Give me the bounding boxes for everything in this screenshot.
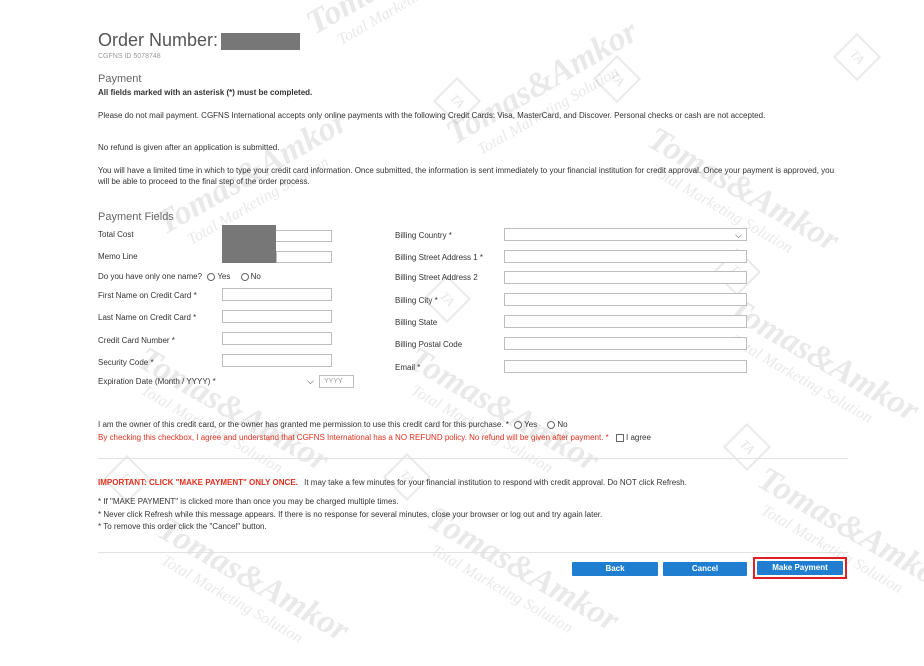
- refund-notice: No refund is given after an application …: [98, 143, 280, 152]
- one-name-yes-label: Yes: [217, 272, 231, 281]
- redacted-total-cost: [222, 225, 276, 263]
- important-label: IMPORTANT: CLICK "MAKE PAYMENT" ONLY ONC…: [98, 478, 298, 487]
- first-name-label: First Name on Credit Card *: [98, 291, 197, 300]
- watermark-logo: TA: [722, 422, 772, 472]
- refund-agree-row: By checking this checkbox, I agree and u…: [98, 433, 651, 442]
- watermark-logo: TA: [832, 32, 882, 82]
- cancel-button[interactable]: Cancel: [663, 562, 747, 576]
- back-button[interactable]: Back: [572, 562, 658, 576]
- total-cost-label: Total Cost: [98, 230, 134, 239]
- watermark: Tomas&AmkorTotal Marketing Solution: [151, 510, 356, 650]
- owner-statement: I am the owner of this credit card, or t…: [98, 420, 509, 429]
- year-placeholder: YYYY: [324, 378, 343, 385]
- one-name-label: Do you have only one name?: [98, 272, 203, 281]
- refund-agree-text: By checking this checkbox, I agree and u…: [98, 433, 609, 442]
- owner-no-label: No: [557, 420, 568, 429]
- chevron-down-icon: ⌵: [735, 230, 742, 240]
- billing-state-field[interactable]: [504, 315, 747, 328]
- divider: [98, 458, 848, 459]
- warning-bullet-1: * If "MAKE PAYMENT" is clicked more than…: [98, 497, 399, 506]
- last-name-label: Last Name on Credit Card *: [98, 313, 197, 322]
- expiration-label: Expiration Date (Month / YYYY) *: [98, 377, 216, 386]
- footer-divider: [98, 552, 848, 553]
- agree-checkbox[interactable]: [616, 433, 625, 442]
- card-number-label: Credit Card Number *: [98, 336, 175, 345]
- watermark-logo: TA: [382, 452, 432, 502]
- cgfns-id: CGFNS ID 5078748: [98, 53, 161, 60]
- one-name-yes-radio[interactable]: [207, 272, 216, 281]
- warning-bullet-2: * Never click Refresh while this message…: [98, 510, 603, 519]
- first-name-field[interactable]: [222, 288, 332, 301]
- watermark-logo: TA: [592, 54, 642, 104]
- card-number-field[interactable]: [222, 332, 332, 345]
- payment-fields-heading: Payment Fields: [98, 211, 174, 223]
- watermark: Tomas&AmkorTotal Marketing Solution: [440, 12, 644, 159]
- email-label: Email *: [395, 363, 421, 372]
- one-name-question: Do you have only one name? Yes No: [98, 272, 261, 281]
- one-name-no-radio[interactable]: [240, 272, 249, 281]
- important-notice: IMPORTANT: CLICK "MAKE PAYMENT" ONLY ONC…: [98, 478, 687, 487]
- payment-heading: Payment: [98, 73, 142, 85]
- billing-street1-field[interactable]: [504, 250, 747, 263]
- billing-state-label: Billing State: [395, 318, 438, 327]
- owner-statement-row: I am the owner of this credit card, or t…: [98, 420, 568, 429]
- memo-line-field[interactable]: [276, 251, 332, 263]
- expiration-month-select[interactable]: ⌵: [236, 375, 316, 388]
- payment-info-text: Please do not mail payment. CGFNS Intern…: [98, 111, 766, 120]
- billing-city-label: Billing City *: [395, 296, 438, 305]
- security-code-label: Security Code *: [98, 358, 154, 367]
- chevron-down-icon: ⌵: [307, 376, 314, 386]
- redacted-order-number: [221, 33, 300, 50]
- billing-street2-label: Billing Street Address 2: [395, 273, 478, 282]
- security-code-field[interactable]: [222, 354, 332, 367]
- expiration-year-field[interactable]: YYYY: [319, 375, 354, 388]
- page-title: Order Number:: [98, 30, 219, 50]
- one-name-no-label: No: [250, 272, 261, 281]
- watermark: Tomas&AmkorTotal Marketing Solution: [751, 460, 924, 600]
- owner-yes-radio[interactable]: [514, 420, 523, 429]
- asterisk-note: All fields marked with an asterisk (*) m…: [98, 88, 313, 97]
- billing-street2-field[interactable]: [504, 271, 747, 284]
- agree-label: I agree: [626, 433, 651, 442]
- owner-no-radio[interactable]: [547, 420, 556, 429]
- billing-country-select[interactable]: ⌵: [504, 228, 747, 241]
- make-payment-button[interactable]: Make Payment: [757, 561, 843, 575]
- billing-city-field[interactable]: [504, 293, 747, 306]
- watermark: Tomas&AmkorTotal Marketing Solution: [421, 500, 626, 640]
- billing-country-label: Billing Country *: [395, 231, 452, 240]
- important-text: It may take a few minutes for your finan…: [304, 478, 687, 487]
- warning-bullet-3: * To remove this order click the "Cancel…: [98, 522, 267, 531]
- last-name-field[interactable]: [222, 310, 332, 323]
- billing-street1-label: Billing Street Address 1 *: [395, 253, 484, 262]
- owner-yes-label: Yes: [524, 420, 538, 429]
- time-limit-text: You will have a limited time in which to…: [98, 166, 835, 186]
- email-field[interactable]: [504, 360, 747, 373]
- watermark: Tomas&AmkorTotal Marketing Solution: [300, 0, 504, 49]
- billing-postal-label: Billing Postal Code: [395, 340, 463, 349]
- memo-line-label: Memo Line: [98, 252, 138, 261]
- billing-postal-field[interactable]: [504, 337, 747, 350]
